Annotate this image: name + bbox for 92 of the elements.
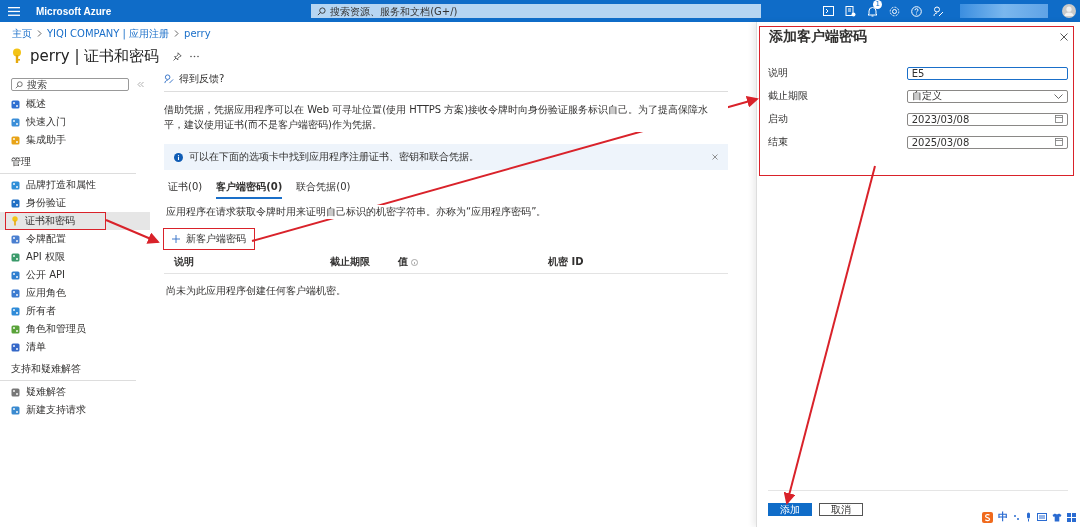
empty-message: 尚未为此应用程序创建任何客户端机密。 — [166, 284, 347, 298]
avatar-icon[interactable] — [1062, 4, 1077, 18]
sidebar-item[interactable]: 概述 — [0, 95, 150, 113]
section-heading: 支持和疑难解答 — [0, 356, 136, 381]
sidebar-item[interactable]: 集成助手 — [0, 131, 150, 149]
tile-icon — [11, 288, 20, 298]
close-icon[interactable] — [1060, 33, 1068, 41]
tile-icon — [11, 198, 20, 208]
info-icon — [174, 152, 183, 162]
tile-icon — [11, 324, 20, 334]
panel-title: 添加客户端密码 — [769, 28, 867, 46]
tile-icon — [11, 234, 20, 244]
tile-icon — [11, 270, 20, 280]
column-header: 说明 — [174, 255, 195, 269]
keyboard-icon[interactable] — [1037, 513, 1047, 521]
input-mode-label[interactable]: 中 — [998, 510, 1008, 524]
tile-icon — [11, 306, 20, 316]
new-secret-button[interactable]: 新客户端密码 — [164, 229, 254, 249]
plus-icon — [172, 235, 180, 243]
sidebar-item[interactable]: 角色和管理员 — [0, 320, 150, 338]
more-icon[interactable] — [190, 54, 200, 58]
search-icon — [317, 7, 327, 16]
tile-icon — [11, 117, 20, 127]
field-label: 截止期限 — [768, 89, 809, 103]
calendar-icon — [1055, 115, 1063, 123]
settings-icon[interactable] — [889, 5, 901, 17]
field-label: 说明 — [768, 66, 789, 80]
chevron-icon — [1054, 93, 1063, 99]
sidebar-item[interactable]: 清单 — [0, 338, 150, 356]
dropdown[interactable]: 自定义 — [906, 89, 1068, 103]
page-title: perry | 证书和密码 — [30, 46, 160, 66]
add-button[interactable]: 添加 — [768, 503, 812, 516]
sidebar-item[interactable]: 疑难解答 — [0, 383, 150, 401]
logo-icon[interactable] — [982, 511, 993, 523]
sidebar-item[interactable]: 新建支持请求 — [0, 401, 150, 419]
punctuation-icon[interactable] — [1013, 513, 1020, 521]
cancel-button[interactable]: 取消 — [819, 503, 863, 516]
tile-icon — [11, 99, 20, 109]
tab[interactable]: 联合凭据(0) — [296, 180, 351, 199]
info-icon — [411, 258, 418, 266]
tile-icon — [11, 405, 20, 415]
breadcrumb-link[interactable]: perry — [184, 28, 211, 39]
sidebar-item[interactable]: 证书和密码 — [0, 212, 150, 230]
sidebar-item[interactable]: 应用角色 — [0, 284, 150, 302]
column-header: 值 — [398, 255, 548, 269]
sidebar-item[interactable]: 公开 API — [0, 266, 150, 284]
field-label: 结束 — [768, 135, 789, 149]
field-label: 启动 — [768, 112, 789, 126]
pin-icon[interactable] — [173, 51, 183, 61]
sidebar-item[interactable]: 品牌打造和属性 — [0, 176, 150, 194]
date-field[interactable]: 2023/03/08 — [906, 112, 1068, 126]
column-header: 截止期限 — [330, 255, 371, 269]
key-icon — [11, 216, 19, 226]
sidebar-item[interactable]: 快速入门 — [0, 113, 150, 131]
section-heading: 管理 — [0, 149, 136, 174]
terminal-icon[interactable] — [823, 6, 835, 16]
brand-name[interactable]: Microsoft Azure — [36, 5, 112, 17]
tile-icon — [11, 252, 20, 262]
sidebar-item[interactable]: API 权限 — [0, 248, 150, 266]
tile-icon — [11, 180, 20, 190]
search-icon — [15, 81, 23, 89]
column-header: 机密 ID — [548, 255, 584, 269]
chevron-icon — [37, 30, 42, 37]
breadcrumb-link[interactable]: YIQI COMPANY | 应用注册 — [47, 26, 170, 41]
tab[interactable]: 证书(0) — [168, 180, 203, 199]
sidebar-item[interactable]: 所有者 — [0, 302, 150, 320]
sidebar-search-field[interactable]: 搜索 — [11, 78, 129, 91]
help-icon[interactable] — [911, 5, 923, 17]
tile-icon — [11, 135, 20, 145]
tile-icon — [11, 387, 20, 397]
key-icon — [12, 48, 22, 64]
sidebar-item[interactable]: 身份验证 — [0, 194, 150, 212]
sidebar-item[interactable]: 令牌配置 — [0, 230, 150, 248]
feedback-icon — [164, 74, 174, 84]
bell-icon[interactable] — [867, 5, 879, 17]
shirt-icon[interactable] — [1052, 512, 1062, 522]
menu-icon[interactable] — [8, 6, 20, 16]
breadcrumb-link[interactable]: 主页 — [12, 26, 32, 41]
tile-icon — [11, 342, 20, 352]
info-text: 可以在下面的选项卡中找到应用程序注册证书、密钥和联合凭据。 — [189, 150, 480, 164]
search-field[interactable]: 搜索资源、服务和文档(G+/) — [311, 4, 762, 18]
annotation-arrow — [105, 219, 160, 244]
feedback-link[interactable]: 得到反馈? — [164, 72, 225, 86]
chevron-icon — [174, 30, 180, 37]
microphone-icon[interactable] — [1025, 512, 1032, 522]
tab[interactable]: 客户端密码(0) — [216, 180, 283, 199]
grid-icon[interactable] — [1067, 512, 1076, 522]
date-field[interactable]: 2025/03/08 — [906, 135, 1068, 149]
text-field[interactable]: E5 — [906, 66, 1068, 80]
description-text: 借助凭据，凭据应用程序可以在 Web 可寻址位置(使用 HTTPS 方案)接收令牌时向身份验证服务标识自己。为了提高保障水平，建议使用证书(而不是客户端密码)作为凭据。 — [164, 102, 728, 132]
calendar-icon — [1055, 138, 1063, 146]
feedback-icon[interactable] — [933, 5, 945, 17]
